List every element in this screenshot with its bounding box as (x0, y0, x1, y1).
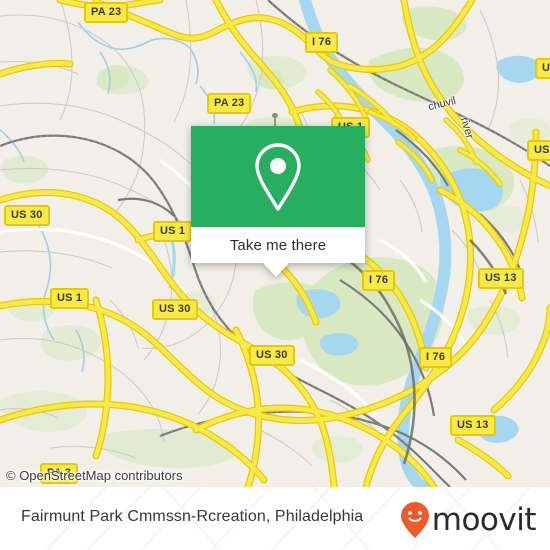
highway-shield-us1-mid[interactable]: US 1 (153, 221, 193, 242)
highway-shield-i76-south[interactable]: I 76 (419, 347, 453, 368)
location-popup-card[interactable]: Take me there (191, 126, 365, 277)
popup-pointer-tail (263, 263, 289, 277)
map-pin-icon (255, 142, 301, 211)
highway-shield-us1-southwest[interactable]: US 1 (50, 288, 90, 309)
highway-shield-us13-east[interactable]: US 13 (478, 268, 524, 289)
moovit-pin-smile-icon (400, 502, 429, 538)
highway-shield-us-edge-upper[interactable]: US (527, 140, 550, 161)
highway-shield-pa23-north[interactable]: PA 23 (84, 2, 129, 23)
highway-shield-us13-southeast[interactable]: US 13 (450, 415, 496, 436)
popup-action-panel[interactable]: Take me there (191, 227, 365, 263)
moovit-wordmark: moovit (431, 501, 537, 538)
take-me-there-label: Take me there (229, 236, 327, 254)
highway-shield-us-edge-top[interactable]: US (535, 58, 550, 79)
highway-shield-pa23-mid[interactable]: PA 23 (207, 93, 252, 114)
highway-shield-us30-south[interactable]: US 30 (249, 345, 295, 366)
footer-bar: Fairmunt Park Cmmssn-Rcreation, Philadel… (0, 487, 550, 550)
moovit-map-screenshot: chuvil river PA 23 I 76 PA 23 US 1 US US… (0, 0, 550, 550)
highway-shield-i76-north[interactable]: I 76 (305, 32, 339, 53)
place-name-label: Fairmunt Park Cmmssn-Rcreation, Philadel… (21, 508, 364, 525)
moovit-logo[interactable]: moovit (400, 501, 537, 539)
highway-shield-us30-west[interactable]: US 30 (4, 205, 50, 226)
highway-shield-i76-mid[interactable]: I 76 (362, 270, 396, 291)
osm-attribution[interactable]: © OpenStreetMap contributors (6, 468, 183, 483)
highway-shield-us30-mid[interactable]: US 30 (152, 299, 198, 320)
map-canvas[interactable]: chuvil river PA 23 I 76 PA 23 US 1 US US… (0, 0, 550, 487)
popup-icon-panel (191, 126, 365, 227)
